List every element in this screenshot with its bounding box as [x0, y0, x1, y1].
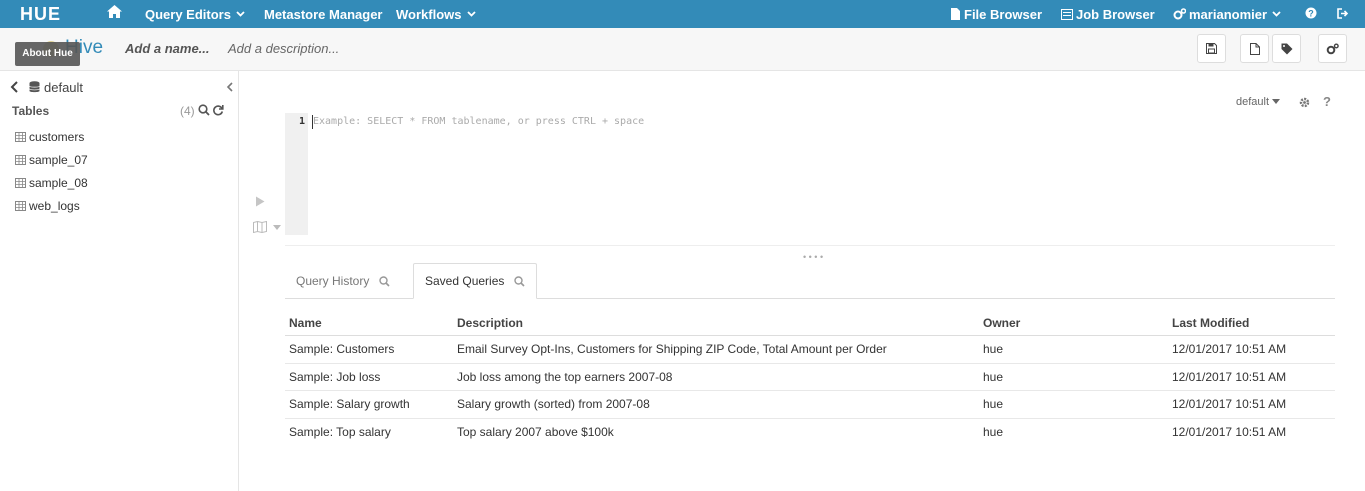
table-item-customers[interactable]: customers [15, 128, 84, 146]
tag-icon [1281, 43, 1292, 54]
search-icon[interactable] [198, 104, 210, 116]
nav-job-browser[interactable]: Job Browser [1061, 0, 1155, 28]
chevron-down-icon [236, 11, 245, 17]
snippet-actions-menu[interactable] [253, 220, 281, 236]
caret-down-icon [1272, 99, 1281, 104]
nav-query-editors[interactable]: Query Editors [145, 0, 245, 28]
settings-button[interactable] [1318, 34, 1347, 63]
cogs-icon [1326, 43, 1339, 54]
tags-button[interactable] [1272, 34, 1301, 63]
file-icon [951, 8, 960, 20]
column-header-description[interactable]: Description [457, 310, 523, 335]
query-modified: 12/01/2017 10:51 AM [1172, 369, 1287, 384]
query-name-input[interactable]: Add a name... [125, 41, 210, 56]
assist-panel: default Tables (4) customers sample_07 s… [0, 71, 239, 491]
query-description: Top salary 2007 above $100k [457, 425, 614, 440]
collapse-panel-icon[interactable] [226, 82, 233, 92]
table-item-web-logs[interactable]: web_logs [15, 197, 80, 215]
query-description: Email Survey Opt-Ins, Customers for Ship… [457, 342, 887, 357]
query-name[interactable]: Sample: Salary growth [289, 391, 410, 418]
new-query-button[interactable] [1240, 34, 1269, 63]
logout-icon[interactable] [1337, 0, 1349, 28]
column-header-last-modified[interactable]: Last Modified [1172, 310, 1249, 335]
database-name: default [44, 79, 84, 95]
saved-queries-table: Name Description Owner Last Modified Sam… [285, 310, 1335, 446]
line-number: 1 [298, 116, 305, 127]
refresh-icon[interactable] [212, 104, 224, 116]
table-icon [15, 178, 26, 188]
table-icon [15, 132, 26, 142]
list-icon [1061, 9, 1073, 20]
table-item-sample-08[interactable]: sample_08 [15, 174, 88, 192]
editor-divider [285, 245, 1335, 246]
database-icon [29, 81, 40, 93]
query-modified: 12/01/2017 10:51 AM [1172, 397, 1287, 412]
query-owner: hue [983, 342, 1004, 357]
table-icon [15, 155, 26, 165]
query-description: Job loss among the top earners 2007-08 [457, 369, 673, 384]
table-item-sample-07[interactable]: sample_07 [15, 151, 88, 169]
hue-logo[interactable]: HUE [20, 4, 75, 24]
caret-down-icon [272, 225, 281, 230]
query-modified: 12/01/2017 10:51 AM [1172, 342, 1287, 357]
column-header-name[interactable]: Name [289, 310, 322, 335]
query-name[interactable]: Sample: Customers [289, 336, 394, 363]
query-owner: hue [983, 369, 1004, 384]
query-name[interactable]: Sample: Job loss [289, 364, 380, 391]
query-owner: hue [983, 397, 1004, 412]
table-icon [15, 201, 26, 211]
cogs-icon [1173, 8, 1187, 20]
editor-header: Hive About Hue Add a name... Add a descr… [0, 28, 1365, 71]
play-icon[interactable] [255, 196, 265, 207]
help-icon[interactable]: ? [1305, 0, 1317, 28]
sql-editor-input[interactable]: Example: SELECT * FROM tablename, or pre… [313, 116, 644, 127]
save-icon [1206, 43, 1217, 54]
tables-label: Tables [12, 104, 50, 118]
chevron-down-icon [1272, 11, 1281, 17]
file-icon [1249, 42, 1260, 55]
gear-icon[interactable] [1298, 96, 1311, 109]
query-description: Salary growth (sorted) from 2007-08 [457, 397, 650, 412]
column-header-owner[interactable]: Owner [983, 310, 1020, 335]
resize-handle[interactable]: • • • • [803, 252, 823, 262]
table-row[interactable]: Sample: Salary growth Salary growth (sor… [285, 391, 1335, 419]
database-selector[interactable]: default [10, 78, 83, 96]
home-icon[interactable] [106, 0, 123, 28]
search-icon[interactable] [514, 275, 525, 287]
editor-gutter: 1 [285, 113, 308, 235]
table-row[interactable]: Sample: Job loss Job loss among the top … [285, 364, 1335, 391]
svg-text:?: ? [1308, 9, 1314, 19]
svg-text:HUE: HUE [20, 4, 61, 24]
search-icon[interactable] [379, 275, 390, 287]
tab-query-history[interactable]: Query History [285, 263, 401, 299]
nav-metastore-manager[interactable]: Metastore Manager [264, 0, 382, 28]
save-button[interactable] [1197, 34, 1226, 63]
top-navbar: HUE Query Editors Metastore Manager Work… [0, 0, 1365, 28]
query-modified: 12/01/2017 10:51 AM [1172, 425, 1287, 440]
tables-count: (4) [180, 104, 195, 118]
query-owner: hue [983, 425, 1004, 440]
chevron-down-icon [466, 11, 476, 17]
snippet-help-icon[interactable]: ? [1323, 94, 1331, 109]
nav-user-menu[interactable]: marianomier [1173, 0, 1281, 28]
about-hue-tooltip: About Hue [15, 42, 80, 66]
map-icon [253, 220, 267, 234]
table-header: Name Description Owner Last Modified [285, 310, 1335, 336]
snippet-database-selector[interactable]: default [1236, 96, 1281, 108]
chevron-left-icon [10, 81, 18, 93]
table-row[interactable]: Sample: Top salary Top salary 2007 above… [285, 419, 1335, 447]
table-row[interactable]: Sample: Customers Email Survey Opt-Ins, … [285, 336, 1335, 364]
tab-saved-queries[interactable]: Saved Queries [413, 263, 538, 299]
query-name[interactable]: Sample: Top salary [289, 419, 391, 447]
nav-workflows[interactable]: Workflows [396, 0, 476, 28]
query-description-input[interactable]: Add a description... [228, 41, 339, 56]
nav-file-browser[interactable]: File Browser [950, 0, 1042, 28]
